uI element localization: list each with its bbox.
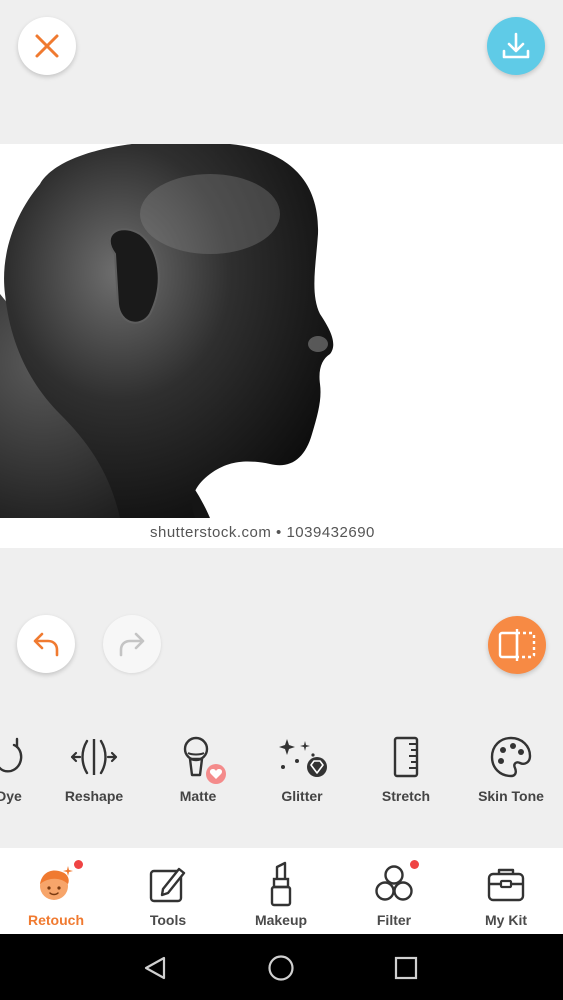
notification-dot [410, 860, 419, 869]
filter-icon [375, 865, 413, 901]
tab-retouch[interactable]: Retouch [0, 848, 112, 934]
download-button[interactable] [487, 17, 545, 75]
reshape-icon [70, 739, 118, 775]
tool-label: Stretch [381, 788, 431, 804]
close-button[interactable] [18, 17, 76, 75]
tab-label: Tools [149, 912, 187, 928]
dye-icon [0, 737, 23, 773]
glitter-icon [279, 739, 327, 777]
retouch-icon [40, 866, 73, 900]
close-icon [35, 34, 59, 58]
back-icon [144, 956, 166, 980]
watermark-text: shutterstock.com • 1039432690 [150, 524, 375, 541]
tool-stretch[interactable]: Stretch [354, 728, 458, 820]
photo-canvas[interactable]: shutterstock.com • 1039432690 [0, 144, 563, 548]
tab-label: Retouch [28, 912, 84, 928]
makeup-icon [270, 861, 292, 907]
tool-label: Matte [179, 788, 217, 804]
tool-label: Dye [0, 788, 22, 804]
tab-tools[interactable]: Tools [112, 848, 224, 934]
tool-reshape[interactable]: Reshape [42, 728, 146, 820]
tools-row: Dye Reshape Matte Glitter Stretch Skin T… [0, 728, 563, 820]
stretch-icon [393, 736, 419, 778]
undo-icon [33, 632, 59, 657]
tab-makeup[interactable]: Makeup [225, 848, 337, 934]
tab-label: Makeup [254, 912, 308, 928]
portrait-image [0, 144, 563, 518]
tab-my-kit[interactable]: My Kit [450, 848, 562, 934]
tool-label: Reshape [64, 788, 124, 804]
tab-label: My Kit [485, 912, 527, 928]
tool-glitter[interactable]: Glitter [250, 728, 354, 820]
tool-label: Glitter [281, 788, 323, 804]
heart-badge-icon [206, 764, 226, 784]
tool-matte[interactable]: Matte [146, 728, 250, 820]
download-icon [502, 32, 530, 59]
home-button[interactable] [266, 953, 296, 983]
skin-tone-icon [490, 736, 532, 778]
compare-icon [498, 629, 536, 661]
compare-button[interactable] [488, 616, 546, 674]
notification-dot [74, 860, 83, 869]
tab-filter[interactable]: Filter [338, 848, 450, 934]
redo-button[interactable] [103, 615, 161, 673]
recents-icon [394, 956, 418, 980]
tab-label: Filter [376, 912, 412, 928]
home-icon [268, 955, 294, 981]
bottom-tab-bar: Retouch Tools Makeup Filter My Kit [0, 848, 563, 934]
watermark-bar: shutterstock.com • 1039432690 [0, 518, 563, 548]
recents-button[interactable] [391, 953, 421, 983]
redo-icon [119, 632, 145, 657]
system-navigation-bar [0, 934, 563, 1000]
undo-button[interactable] [17, 615, 75, 673]
tool-label: Skin Tone [478, 788, 544, 804]
back-button[interactable] [140, 953, 170, 983]
tools-icon [149, 867, 186, 903]
my-kit-icon [487, 868, 525, 902]
tool-skin-tone[interactable]: Skin Tone [459, 728, 563, 820]
